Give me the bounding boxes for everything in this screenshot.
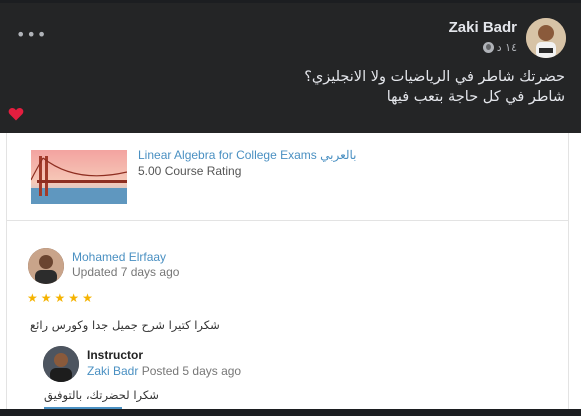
reply-date: Posted 5 days ago (141, 364, 242, 378)
post-text-line-1: حضرتك شاطر في الرياضيات ولا الانجليزي؟ (304, 69, 565, 85)
reviewer-name-link[interactable]: Mohamed Elrfaay (72, 250, 166, 264)
globe-icon (482, 42, 494, 53)
author-avatar[interactable] (526, 18, 566, 58)
review-date: Updated 7 days ago (72, 265, 180, 279)
star-icon: ★ (68, 291, 80, 305)
review-text: شكرا كتيرا شرح جميل جدا وكورس رائع (30, 318, 220, 332)
post-time[interactable]: ١٤ د (497, 41, 517, 54)
star-icon: ★ (27, 291, 38, 305)
facebook-post: ••• Zaki Badr ١٤ د حضرتك شاطر في الرياضي… (0, 0, 581, 133)
bottom-strip (0, 409, 581, 416)
post-author-name[interactable]: Zaki Badr (449, 19, 517, 36)
star-rating: ★ ★ ★ ★ ★ (27, 292, 93, 304)
reply-text: شكرا لحضرتك، بالتوفيق (44, 388, 159, 402)
reviewer-avatar[interactable] (28, 248, 64, 284)
post-text: حضرتك شاطر في الرياضيات ولا الانجليزي؟ ش… (25, 67, 565, 107)
divider (6, 133, 7, 416)
course-thumbnail[interactable] (31, 150, 127, 204)
instructor-name-link[interactable]: Zaki Badr (87, 364, 138, 378)
more-options-button[interactable]: ••• (16, 25, 47, 44)
instructor-avatar[interactable] (43, 346, 79, 382)
star-icon: ★ (54, 291, 66, 305)
heart-icon[interactable] (8, 106, 24, 122)
reply-meta: Zaki Badr Posted 5 days ago (87, 364, 241, 378)
star-icon: ★ (40, 291, 52, 305)
star-icon: ★ (82, 291, 93, 305)
instructor-label: Instructor (87, 348, 144, 362)
course-title-link[interactable]: Linear Algebra for College Exams بالعربي (138, 148, 357, 162)
divider (568, 133, 569, 416)
divider (6, 220, 568, 221)
course-rating: 5.00 Course Rating (138, 164, 242, 178)
post-meta: ١٤ د (482, 41, 517, 54)
post-text-line-2: شاطر في كل حاجة بتعب فيها (386, 89, 565, 105)
